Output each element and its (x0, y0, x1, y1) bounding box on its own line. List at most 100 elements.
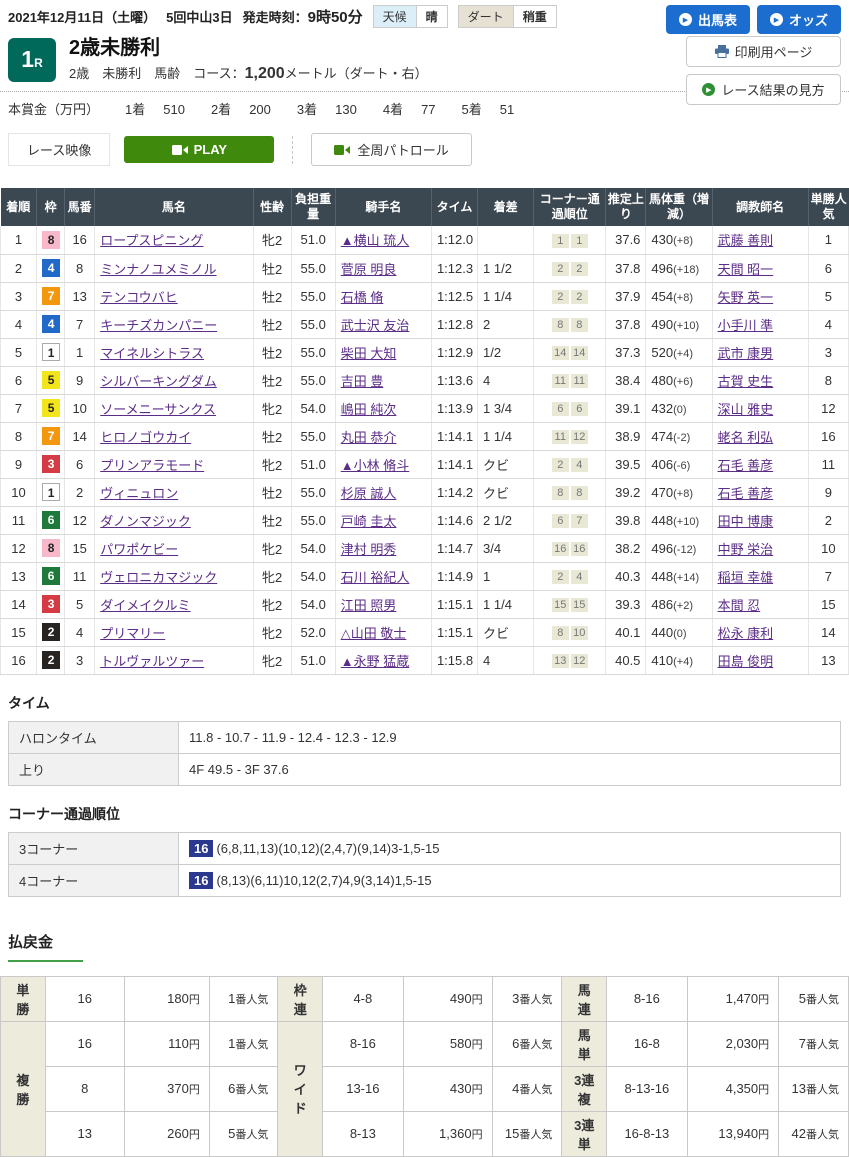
body-weight-diff: (+14) (673, 572, 699, 584)
trainer-link[interactable]: 武市 康男 (718, 346, 774, 361)
horse-name-link[interactable]: マイネルシトラス (100, 346, 204, 361)
frame-cell: 4 (37, 254, 65, 282)
jockey-link[interactable]: 吉田 豊 (341, 374, 384, 389)
results-col-header: 馬番 (65, 188, 95, 226)
sex-age: 牝2 (253, 226, 291, 254)
jockey-link[interactable]: 石川 裕紀人 (341, 570, 410, 585)
horse-name-link[interactable]: プリマリー (100, 626, 165, 641)
jockey-link[interactable]: ▲横山 琉人 (341, 233, 409, 248)
trainer-cell: 石毛 善彦 (712, 450, 808, 478)
horse-name-link[interactable]: ヴェロニカマジック (100, 570, 217, 585)
horse-number: 14 (65, 422, 95, 450)
finish-position: 12 (1, 534, 37, 562)
jockey-link[interactable]: 津村 明秀 (341, 542, 397, 557)
jockey-link[interactable]: 江田 照男 (341, 598, 397, 613)
jockey-link[interactable]: 柴田 大知 (341, 346, 397, 361)
horse-name-link[interactable]: ヴィニュロン (100, 486, 178, 501)
trifecta-popularity: 42番人気 (779, 1111, 849, 1156)
corner-order-cell: 22 (534, 254, 606, 282)
trainer-link[interactable]: 小手川 準 (718, 318, 774, 333)
trainer-cell: 田中 博康 (712, 506, 808, 534)
frame-cell: 1 (37, 338, 65, 366)
jockey-cell: ▲横山 琉人 (335, 226, 431, 254)
payout-row: 単勝 16 180円 1番人気 枠連 4-8 490円 3番人気 馬連 8-16… (1, 976, 849, 1021)
race-time: 1:15.1 (431, 618, 477, 646)
horse-name-link[interactable]: ロープスピニング (100, 233, 203, 248)
finish-margin: 1/2 (478, 338, 534, 366)
table-row: ハロンタイム 11.8 - 10.7 - 11.9 - 12.4 - 12.3 … (9, 721, 841, 753)
trainer-link[interactable]: 深山 雅史 (718, 402, 774, 417)
horse-name-cell: トルヴァルツァー (95, 646, 253, 674)
sex-age: 牡2 (253, 478, 291, 506)
race-time: 1:12.5 (431, 282, 477, 310)
result-guide-button[interactable]: ▶ レース結果の見方 (686, 74, 841, 105)
body-weight: 448(+10) (646, 506, 712, 534)
jockey-link[interactable]: 丸田 恭介 (341, 430, 397, 445)
horse-name-link[interactable]: パワポケビー (100, 542, 178, 557)
finish-margin: 2 1/2 (478, 506, 534, 534)
entries-button[interactable]: ▶出馬表 (666, 5, 750, 34)
win-popularity: 13 (808, 646, 848, 674)
patrol-video-button[interactable]: 全周パトロール (311, 133, 471, 166)
print-page-button[interactable]: 印刷用ページ (686, 36, 841, 67)
results-col-header: 枠 (37, 188, 65, 226)
prize-item: 3着130 (297, 99, 357, 118)
frame-cell: 7 (37, 422, 65, 450)
horse-name-link[interactable]: ソーメニーサンクス (100, 402, 216, 417)
body-weight: 432(0) (646, 394, 712, 422)
body-weight: 520(+4) (646, 338, 712, 366)
jockey-link[interactable]: 菅原 明良 (341, 262, 397, 277)
jockey-cell: △山田 敬士 (335, 618, 431, 646)
trainer-link[interactable]: 武藤 善則 (718, 233, 774, 248)
trainer-link[interactable]: 田中 博康 (718, 514, 774, 529)
result-row: 8714ヒロノゴウカイ牡255.0丸田 恭介1:14.11 1/4111238.… (1, 422, 849, 450)
trainer-cell: 本間 忍 (712, 590, 808, 618)
wide-popularity: 6番人気 (492, 1021, 562, 1066)
trainer-link[interactable]: 本間 忍 (718, 598, 761, 613)
last-3f-time: 39.5 (606, 450, 646, 478)
jockey-link[interactable]: 戸崎 圭太 (341, 514, 397, 529)
horse-number: 4 (65, 618, 95, 646)
play-button[interactable]: PLAY (124, 136, 274, 163)
horse-name-link[interactable]: シルバーキングダム (100, 374, 217, 389)
odds-button[interactable]: ▶オッズ (757, 5, 841, 34)
win-popularity: 8 (808, 366, 848, 394)
place-combination: 8 (45, 1066, 124, 1111)
win-popularity: 1 (808, 226, 848, 254)
trainer-link[interactable]: 蛯名 利弘 (718, 430, 774, 445)
jockey-link[interactable]: 石橋 脩 (341, 290, 384, 305)
jockey-link[interactable]: △山田 敬士 (341, 626, 407, 641)
bracket-quinella-popularity: 3番人気 (492, 976, 562, 1021)
jockey-link[interactable]: ▲小林 脩斗 (341, 458, 409, 473)
horse-name-link[interactable]: プリンアラモード (100, 458, 204, 473)
win-popularity: 1番人気 (209, 976, 278, 1021)
trainer-link[interactable]: 矢野 英一 (718, 290, 774, 305)
corner-order-badge: 11 (571, 374, 588, 388)
trainer-link[interactable]: 古賀 史生 (718, 374, 774, 389)
horse-name-link[interactable]: ダノンマジック (100, 514, 191, 529)
trainer-link[interactable]: 石毛 善彦 (718, 458, 774, 473)
horse-name-link[interactable]: テンコウバヒ (100, 290, 177, 305)
body-weight-diff: (+6) (673, 376, 693, 388)
corner-order-badge: 6 (552, 402, 569, 416)
jockey-link[interactable]: 武士沢 友治 (341, 318, 410, 333)
trainer-link[interactable]: 中野 栄治 (718, 542, 774, 557)
finish-margin: 4 (478, 646, 534, 674)
trainer-link[interactable]: 田島 俊明 (718, 654, 774, 669)
jockey-link[interactable]: ▲永野 猛蔵 (341, 654, 409, 669)
horse-name-link[interactable]: キーチズカンパニー (100, 318, 217, 333)
finish-position: 6 (1, 366, 37, 394)
prize-item: 5着51 (462, 99, 515, 118)
trainer-link[interactable]: 天間 昭一 (718, 262, 774, 277)
payout-section-title: 払戻金 (8, 931, 83, 962)
arrow-right-icon: ▶ (770, 13, 783, 26)
horse-name-link[interactable]: トルヴァルツァー (100, 654, 204, 669)
horse-name-link[interactable]: ヒロノゴウカイ (100, 430, 191, 445)
trainer-link[interactable]: 松永 康利 (718, 626, 774, 641)
trainer-link[interactable]: 石毛 善彦 (718, 486, 774, 501)
jockey-link[interactable]: 杉原 誠人 (341, 486, 397, 501)
trainer-link[interactable]: 稲垣 幸雄 (718, 570, 774, 585)
horse-name-link[interactable]: ミンナノユメミノル (100, 262, 216, 277)
jockey-link[interactable]: 嶋田 純次 (341, 402, 397, 417)
horse-name-link[interactable]: ダイメイクルミ (100, 598, 190, 613)
